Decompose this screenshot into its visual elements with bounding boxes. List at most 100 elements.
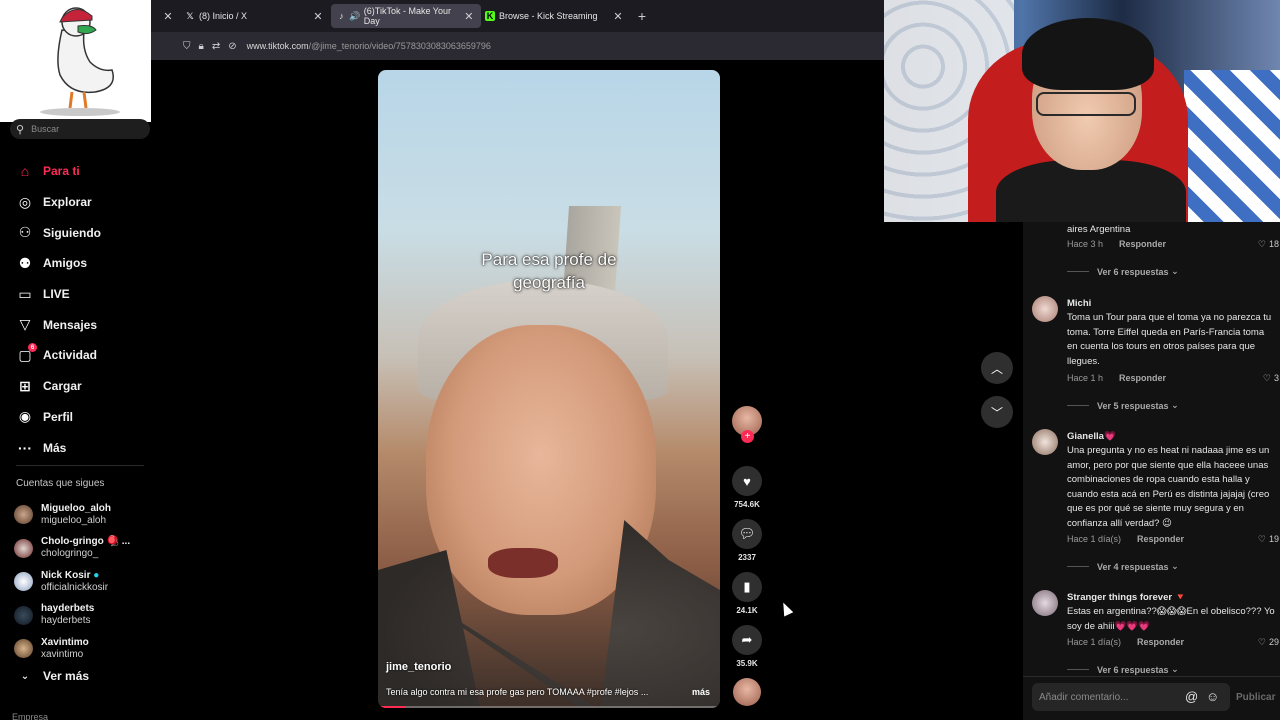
permissions-icon[interactable]: ⇄ (212, 41, 220, 52)
like-button[interactable]: ♥ (732, 466, 762, 496)
comment-like-button[interactable]: ♡ 29 (1258, 637, 1279, 648)
url-text[interactable]: www.tiktok.com/@jime_tenorio/video/75783… (247, 41, 491, 51)
close-icon[interactable]: ✕ (463, 10, 475, 23)
comment-time: Hace 1 día(s) (1067, 534, 1122, 544)
tab-close-button[interactable]: ✕ (161, 4, 175, 28)
previous-video-button[interactable]: ︿ (981, 352, 1013, 384)
nav-item-mas[interactable]: ··· Más (16, 432, 101, 463)
publish-button[interactable]: Publicar (1236, 692, 1275, 703)
comment-time: Hace 3 h (1067, 239, 1104, 249)
divider (16, 465, 144, 466)
lock-icon[interactable]: 🔒︎ (199, 41, 204, 52)
heart-outline-icon: ♡ (1257, 534, 1266, 544)
search-input[interactable]: ⚲ Buscar (10, 119, 150, 139)
goose-sticker (0, 0, 151, 122)
speaker-icon[interactable]: 🔊 (349, 11, 360, 21)
tab-tiktok[interactable]: ♪ 🔊 (6)TikTok - Make Your Day ✕ (331, 4, 481, 28)
following-item[interactable]: hayderbets hayderbets (14, 599, 130, 633)
reply-button[interactable]: Responder (1119, 239, 1166, 249)
sidebar: ⚲ Buscar ⌂ Para ti ◎ Explorar ⚇ Siguiend… (0, 119, 151, 720)
nav-label: Cargar (43, 379, 82, 394)
bookmark-icon: ▮ (743, 579, 751, 594)
mouse-cursor (778, 600, 794, 617)
nav-label: Más (43, 440, 67, 455)
comment-author[interactable]: Gianella💗 (1067, 431, 1116, 442)
reply-button[interactable]: Responder (1119, 373, 1166, 383)
action-rail: + ♥ 754.6K 💬︎ 2337 ▮ 24.1K ➦ 35.9K (730, 406, 764, 678)
comment-composer: @ ☺ Publicar (1023, 676, 1280, 720)
account-name: Xavintimo (41, 636, 89, 648)
chevron-down-icon: ⌄ (1171, 561, 1179, 571)
tab-x[interactable]: 𝕏 (8) Inicio / X (185, 4, 247, 28)
view-replies-button[interactable]: Ver 6 respuestas ⌄ (1067, 664, 1179, 675)
following-item[interactable]: Migueloo_aloh migueloo_aloh (14, 498, 130, 532)
view-replies-button[interactable]: Ver 4 respuestas ⌄ (1067, 561, 1179, 572)
nav-item-perfil[interactable]: ◉ Perfil (16, 402, 101, 433)
mention-icon[interactable]: @ (1185, 689, 1198, 704)
comment-author[interactable]: Michi (1067, 298, 1091, 309)
nav-item-cargar[interactable]: ⊞ Cargar (16, 371, 101, 402)
main-nav: ⌂ Para ti ◎ Explorar ⚇ Siguiendo ⚉ Amigo… (16, 156, 101, 463)
video-progress-bar[interactable] (378, 706, 720, 708)
nav-item-mensajes[interactable]: ▽ Mensajes (16, 309, 101, 340)
account-username: migueloo_aloh (41, 514, 107, 526)
nav-item-siguiendo[interactable]: ⚇ Siguiendo (16, 217, 101, 248)
comment-like-button[interactable]: ♡ 3 (1263, 373, 1279, 384)
tab-close-button[interactable]: ✕ (311, 4, 325, 28)
messages-icon: ▽ (19, 316, 31, 333)
tab-close-button[interactable]: ✕ (611, 4, 625, 28)
video-author[interactable]: jime_tenorio (386, 661, 451, 673)
following-list: Migueloo_aloh migueloo_aloh Cholo-gringo … (14, 498, 130, 666)
follow-plus-icon[interactable]: + (741, 430, 754, 443)
chevron-up-icon: ︿ (990, 361, 1003, 376)
comment-like-button[interactable]: ♡ 18 (1258, 239, 1279, 250)
nav-item-actividad[interactable]: ▢ 6 Actividad (16, 340, 101, 371)
address-bar[interactable]: ⛉ 🔒︎ ⇄ ⊘ www.tiktok.com/@jime_tenorio/vi… (151, 32, 884, 60)
comment-button[interactable]: 💬︎ (732, 519, 762, 549)
view-replies-label: Ver 6 respuestas (1097, 266, 1169, 277)
view-replies-label: Ver 4 respuestas (1097, 561, 1169, 572)
account-username: chologringo_ (41, 548, 99, 560)
activity-icon: ▢ 6 (16, 343, 37, 364)
reply-button[interactable]: Responder (1137, 637, 1184, 647)
comment-like-button[interactable]: ♡ 19 (1258, 534, 1279, 545)
tab-kick[interactable]: K Browse - Kick Streaming (485, 4, 625, 28)
company-link[interactable]: Empresa (12, 712, 48, 720)
comment-input[interactable] (1032, 683, 1230, 711)
comment-author[interactable]: Stranger things forever 🔻 (1067, 592, 1187, 603)
new-tab-button[interactable]: + (635, 4, 649, 28)
video-player[interactable]: Para esa profe de geografía jime_tenorio… (378, 70, 720, 708)
avatar[interactable] (1032, 296, 1058, 322)
following-item[interactable]: Cholo-gringo 🪀 ... chologringo_ (14, 532, 130, 566)
author-avatar[interactable]: + (732, 406, 762, 443)
nav-item-live[interactable]: ▭ LIVE (16, 279, 101, 310)
chevron-down-icon: ⌄ (1171, 266, 1179, 276)
autoplay-blocked-icon[interactable]: ⊘ (228, 41, 236, 52)
comment-icon: 💬︎ (738, 526, 756, 541)
save-button[interactable]: ▮ (732, 572, 762, 602)
avatar[interactable] (1032, 590, 1058, 616)
nav-item-explorar[interactable]: ◎ Explorar (16, 187, 101, 218)
music-disc-avatar[interactable] (733, 678, 761, 706)
comment-time: Hace 1 día(s) (1067, 637, 1122, 647)
description-more-link[interactable]: más (692, 687, 710, 697)
kick-icon: K (485, 11, 495, 21)
next-video-button[interactable]: ﹀ (981, 396, 1013, 428)
shield-icon[interactable]: ⛉ (183, 41, 191, 52)
avatar[interactable] (1032, 429, 1058, 455)
emoji-icon[interactable]: ☺ (1206, 689, 1219, 704)
following-item[interactable]: Xavintimo xavintimo (14, 632, 130, 666)
see-more-button[interactable]: ⌄ Ver más (16, 669, 89, 683)
webcam-streamer-glasses (1036, 92, 1136, 116)
view-replies-button[interactable]: Ver 5 respuestas ⌄ (1067, 400, 1179, 411)
share-count: 35.9K (736, 659, 758, 668)
share-button[interactable]: ➦ (732, 625, 762, 655)
reply-button[interactable]: Responder (1137, 534, 1184, 544)
view-replies-button[interactable]: Ver 6 respuestas ⌄ (1067, 266, 1179, 277)
nav-label: Perfil (43, 409, 74, 424)
nav-item-para-ti[interactable]: ⌂ Para ti (16, 156, 101, 187)
nav-label: Mensajes (43, 317, 98, 332)
x-logo-icon: 𝕏 (186, 10, 194, 21)
following-item[interactable]: Nick Kosir ● officialnickkosir (14, 565, 130, 599)
nav-item-amigos[interactable]: ⚉ Amigos (16, 248, 101, 279)
